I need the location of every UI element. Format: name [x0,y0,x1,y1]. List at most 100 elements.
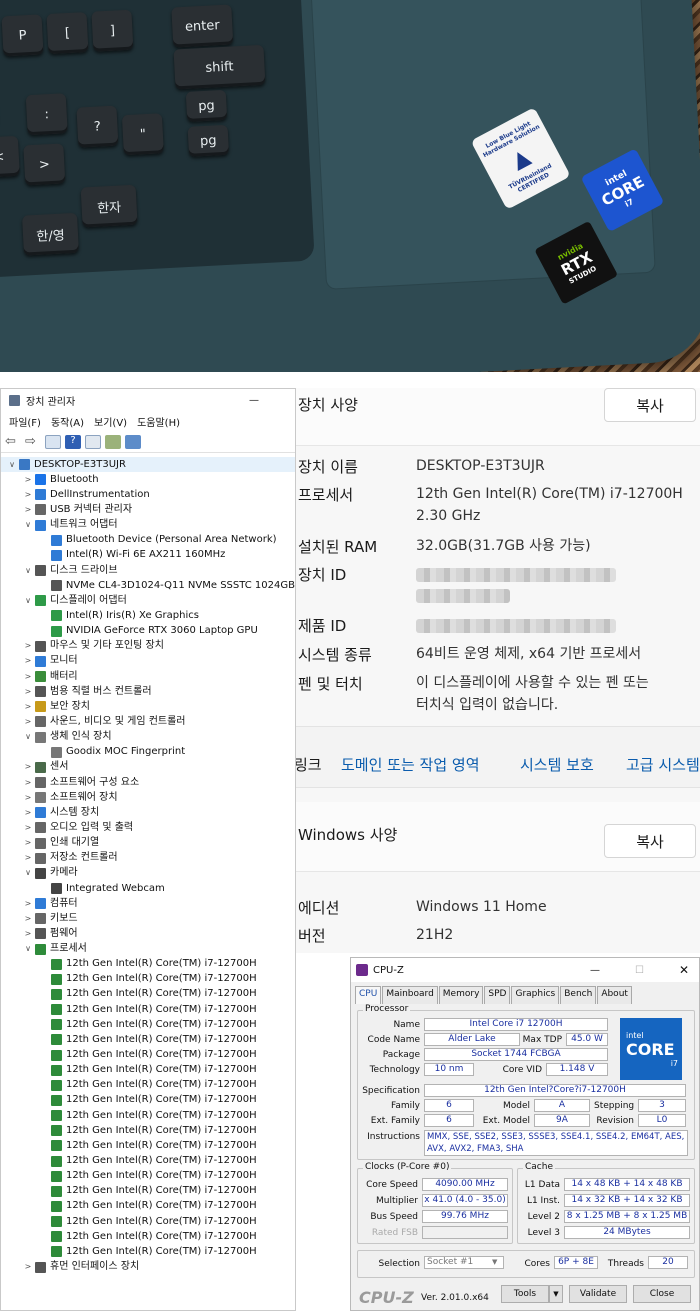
monitor-icon[interactable] [125,434,141,449]
chevron-right-icon[interactable]: > [23,687,33,696]
tree-category[interactable]: > 소프트웨어 구성 요소 [1,775,295,790]
tree-device[interactable]: 12th Gen Intel(R) Core(TM) i7-12700H [1,1199,295,1214]
tab-graphics[interactable]: Graphics [511,986,560,1004]
chevron-down-icon[interactable]: ∨ [23,566,33,575]
tab-about[interactable]: About [597,986,632,1004]
chevron-right-icon[interactable]: > [23,717,33,726]
tree-category[interactable]: > 보안 장치 [1,699,295,714]
tree-device[interactable]: 12th Gen Intel(R) Core(TM) i7-12700H [1,1017,295,1032]
tree-category[interactable]: > Bluetooth [1,472,295,487]
chevron-right-icon[interactable]: > [23,1263,33,1271]
tree-category[interactable]: > 시스템 장치 [1,805,295,820]
chevron-right-icon[interactable]: > [23,899,33,908]
tree-device[interactable]: NVMe CL4-3D1024-Q11 NVMe SSSTC 1024GB [1,578,295,593]
tree-category[interactable]: > 마우스 및 기타 포인팅 장치 [1,639,295,654]
tree-device[interactable]: Goodix MOC Fingerprint [1,745,295,760]
tree-category[interactable]: > DellInstrumentation [1,487,295,502]
tree-device[interactable]: 12th Gen Intel(R) Core(TM) i7-12700H [1,1229,295,1244]
chevron-right-icon[interactable]: > [23,808,33,817]
close-button[interactable]: Close [633,1285,691,1303]
scan-hardware-icon[interactable] [105,434,121,449]
tree-category[interactable]: > 사운드, 비디오 및 게임 컨트롤러 [1,714,295,729]
link-advanced-system[interactable]: 고급 시스템 [626,754,700,775]
tree-category[interactable]: > 펌웨어 [1,926,295,941]
tree-device[interactable]: Integrated Webcam [1,881,295,896]
tab-memory[interactable]: Memory [438,986,484,1004]
tree-device[interactable]: 12th Gen Intel(R) Core(TM) i7-12700H [1,957,295,972]
chevron-down-icon[interactable]: ▼ [492,1258,497,1266]
tree-device[interactable]: NVIDIA GeForce RTX 3060 Laptop GPU [1,624,295,639]
chevron-right-icon[interactable]: > [23,642,33,650]
copy-device-spec-button[interactable]: 복사 [604,388,696,422]
tree-device[interactable]: 12th Gen Intel(R) Core(TM) i7-12700H [1,1047,295,1062]
close-icon[interactable]: ✕ [679,963,689,977]
tree-device[interactable]: Intel(R) Wi-Fi 6E AX211 160MHz [1,548,295,563]
tree-device[interactable]: 12th Gen Intel(R) Core(TM) i7-12700H [1,1108,295,1123]
tree-category[interactable]: ∨ 네트워크 어댑터 [1,518,295,533]
tree-category[interactable]: > 저장소 컨트롤러 [1,851,295,866]
tree-device[interactable]: 12th Gen Intel(R) Core(TM) i7-12700H [1,1002,295,1017]
tree-device[interactable]: Intel(R) Iris(R) Xe Graphics [1,608,295,623]
chevron-right-icon[interactable]: > [23,778,33,787]
tab-bench[interactable]: Bench [560,986,597,1004]
tree-device[interactable]: 12th Gen Intel(R) Core(TM) i7-12700H [1,1063,295,1078]
tab-mainboard[interactable]: Mainboard [382,986,438,1004]
tree-category[interactable]: > 키보드 [1,911,295,926]
chevron-down-icon[interactable]: ∨ [23,521,33,529]
tree-category[interactable]: > 휴먼 인터페이스 장치 [1,1259,295,1274]
back-arrow-icon[interactable]: ⇦ [5,434,21,449]
forward-arrow-icon[interactable]: ⇨ [25,434,41,449]
tree-category[interactable]: ∨ 디스크 드라이브 [1,563,295,578]
chevron-right-icon[interactable]: > [23,475,33,484]
tree-device[interactable]: 12th Gen Intel(R) Core(TM) i7-12700H [1,1244,295,1259]
tree-device[interactable]: 12th Gen Intel(R) Core(TM) i7-12700H [1,1032,295,1047]
tree-category[interactable]: ∨ 카메라 [1,866,295,881]
copy-windows-spec-button[interactable]: 복사 [604,824,696,858]
tab-cpu[interactable]: CPU [355,986,382,1004]
tree-device[interactable]: 12th Gen Intel(R) Core(TM) i7-12700H [1,1123,295,1138]
tree-device[interactable]: 12th Gen Intel(R) Core(TM) i7-12700H [1,1184,295,1199]
tree-device[interactable]: Bluetooth Device (Personal Area Network) [1,533,295,548]
menu-file[interactable]: 파일(F) [9,414,41,429]
tab-spd[interactable]: SPD [484,986,511,1004]
chevron-right-icon[interactable]: > [23,702,33,711]
tree-device[interactable]: 12th Gen Intel(R) Core(TM) i7-12700H [1,1078,295,1093]
tree-category[interactable]: > USB 커넥터 관리자 [1,502,295,517]
link-system-protection[interactable]: 시스템 보호 [520,754,594,775]
tree-device[interactable]: 12th Gen Intel(R) Core(TM) i7-12700H [1,1214,295,1229]
tree-category[interactable]: > 센서 [1,760,295,775]
tree-category[interactable]: > 소프트웨어 장치 [1,790,295,805]
chevron-right-icon[interactable]: > [23,914,33,923]
tree-device[interactable]: 12th Gen Intel(R) Core(TM) i7-12700H [1,972,295,987]
tree-category[interactable]: > 컴퓨터 [1,896,295,911]
tools-dropdown-arrow[interactable]: ▼ [549,1285,563,1303]
chevron-right-icon[interactable]: > [23,505,33,514]
minimize-icon[interactable]: — [249,395,259,406]
chevron-down-icon[interactable]: ∨ [23,733,33,741]
tools-button[interactable]: Tools [501,1285,549,1303]
tree-category[interactable]: ∨ 프로세서 [1,942,295,957]
chevron-down-icon[interactable]: ∨ [23,596,33,605]
tree-device[interactable]: 12th Gen Intel(R) Core(TM) i7-12700H [1,1153,295,1168]
chevron-right-icon[interactable]: > [23,854,33,862]
chevron-down-icon[interactable]: ∨ [23,869,33,877]
menu-help[interactable]: 도움말(H) [137,414,180,429]
chevron-right-icon[interactable]: > [23,672,33,681]
tree-device[interactable]: 12th Gen Intel(R) Core(TM) i7-12700H [1,987,295,1002]
chevron-right-icon[interactable]: > [23,823,33,832]
tree-category[interactable]: ∨ 디스플레이 어댑터 [1,593,295,608]
tree-device[interactable]: 12th Gen Intel(R) Core(TM) i7-12700H [1,1138,295,1153]
chevron-down-icon[interactable]: ∨ [7,460,17,469]
properties-icon[interactable] [45,434,61,449]
minimize-icon[interactable]: — [590,965,600,976]
tree-device[interactable]: 12th Gen Intel(R) Core(TM) i7-12700H [1,1169,295,1184]
tree-category[interactable]: > 모니터 [1,654,295,669]
menu-action[interactable]: 동작(A) [51,414,84,429]
tree-category[interactable]: > 범용 직렬 버스 컨트롤러 [1,684,295,699]
chevron-right-icon[interactable]: > [23,793,33,802]
menu-view[interactable]: 보기(V) [94,414,127,429]
chevron-right-icon[interactable]: > [23,490,33,499]
chevron-right-icon[interactable]: > [23,839,33,847]
chevron-down-icon[interactable]: ∨ [23,945,33,953]
chevron-right-icon[interactable]: > [23,763,33,771]
